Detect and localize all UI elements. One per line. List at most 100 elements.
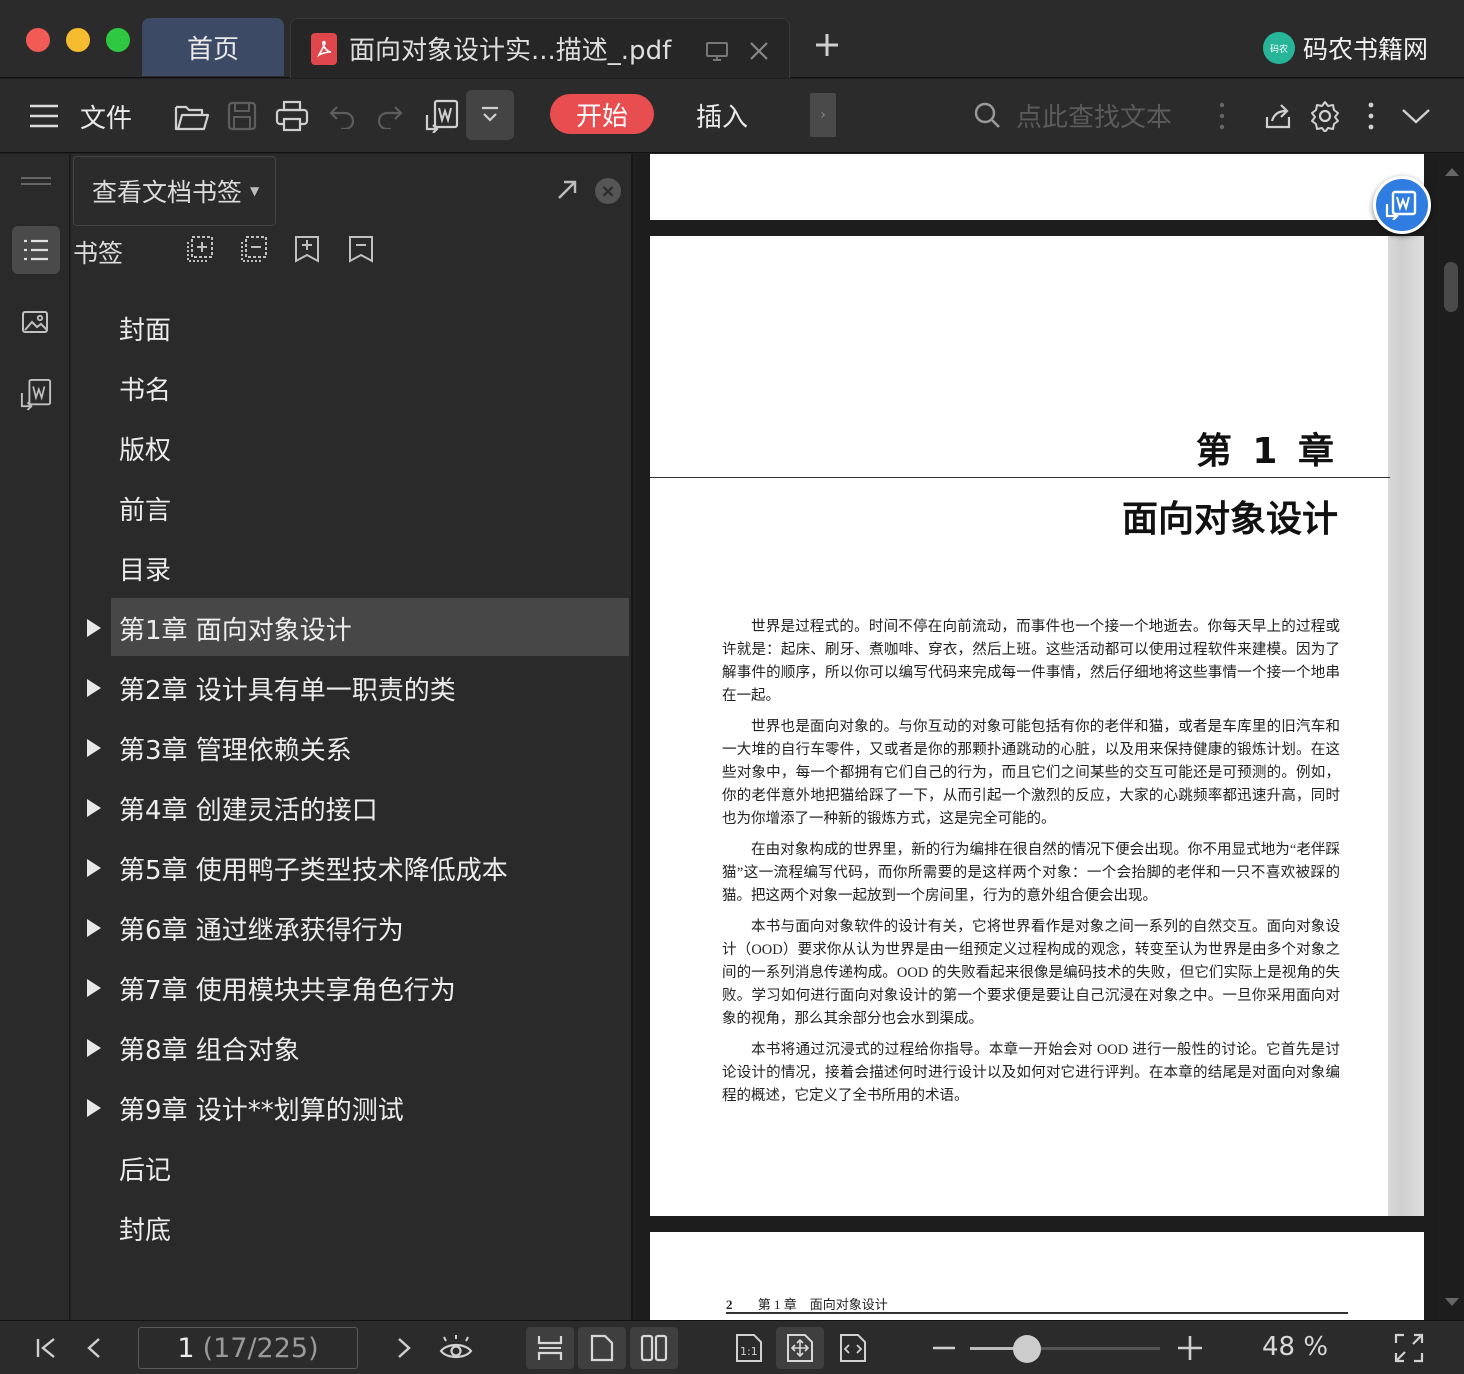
next-page-icon[interactable] (390, 1321, 418, 1374)
scan-edge (1388, 236, 1424, 1216)
expand-all-bookmarks-icon[interactable] (185, 234, 215, 268)
bookmark-item[interactable]: 第7章 使用模块共享角色行为 (71, 958, 631, 1018)
expand-arrow-icon[interactable] (87, 1039, 103, 1057)
bookmark-item[interactable]: 第2章 设计具有单一职责的类 (71, 658, 631, 718)
bookmark-list: 封面 书名 版权 前言 目录 第1章 面向对象设计 第2章 设计具有单一职责的类 第3章 管理… (71, 298, 631, 1258)
bookmark-item[interactable]: 目录 (71, 538, 631, 598)
tab-document[interactable]: 面向对象设计实...描述_.pdf (290, 18, 790, 78)
bookmarks-panel-icon[interactable] (12, 226, 60, 274)
zoom-percentage[interactable]: 48 % (1262, 1332, 1328, 1362)
fit-width-icon[interactable] (834, 1321, 872, 1374)
expand-arrow-icon[interactable] (87, 799, 103, 817)
more-options-icon[interactable] (1362, 79, 1380, 153)
collapse-rail-handle-icon[interactable] (12, 166, 60, 196)
reading-mode-eye-icon[interactable] (436, 1321, 476, 1374)
expand-arrow-icon[interactable] (87, 859, 103, 877)
zoom-in-icon[interactable] (1176, 1321, 1204, 1374)
fit-page-icon[interactable] (776, 1327, 824, 1369)
undo-icon[interactable] (324, 79, 360, 153)
tab-start[interactable]: 开始 (550, 94, 654, 134)
expand-arrow-icon[interactable] (87, 739, 103, 757)
bookmark-item[interactable]: 封底 (71, 1198, 631, 1258)
collapse-all-bookmarks-icon[interactable] (239, 234, 269, 268)
thumbnails-image-icon[interactable] (12, 298, 60, 346)
brand[interactable]: 码农 码农书籍网 (1262, 30, 1428, 66)
previous-page-icon[interactable] (80, 1321, 108, 1374)
redo-icon[interactable] (372, 79, 408, 153)
panel-view-selector[interactable]: 查看文档书签 ▼ (73, 156, 276, 226)
undock-panel-arrow-icon[interactable] (555, 178, 579, 206)
more-tabs-chevron-icon[interactable]: › (810, 93, 836, 137)
running-header-title: 第 1 章 面向对象设计 (757, 1297, 888, 1312)
bookmark-item[interactable]: 第5章 使用鸭子类型技术降低成本 (71, 838, 631, 898)
actual-size-icon[interactable]: 1:1 (730, 1321, 768, 1374)
bookmark-item[interactable]: 第4章 创建灵活的接口 (71, 778, 631, 838)
brand-logo: 码农 (1262, 32, 1295, 64)
expand-arrow-icon[interactable] (87, 679, 103, 697)
open-folder-icon[interactable] (172, 79, 212, 153)
maximize-window-button[interactable] (106, 28, 130, 52)
search-box[interactable]: 点此查找文本 (972, 95, 1192, 135)
bookmark-item[interactable]: 第6章 通过继承获得行为 (71, 898, 631, 958)
scroll-down-arrow-icon[interactable] (1445, 1298, 1459, 1306)
delete-bookmark-icon[interactable] (347, 234, 375, 268)
display-mode-icon[interactable] (705, 39, 729, 67)
bookmark-label: 第9章 设计**划算的测试 (119, 1095, 404, 1126)
fullscreen-icon[interactable] (1392, 1321, 1426, 1374)
continuous-scroll-view-icon[interactable] (526, 1327, 574, 1369)
floating-convert-button[interactable] (1373, 176, 1431, 234)
zoom-slider-track[interactable] (970, 1347, 1160, 1350)
add-bookmark-icon[interactable] (293, 234, 321, 268)
bookmark-item[interactable]: 书名 (71, 358, 631, 418)
bookmark-item[interactable]: 第9章 设计**划算的测试 (71, 1078, 631, 1138)
minimize-window-button[interactable] (66, 28, 90, 52)
zoom-out-icon[interactable] (930, 1321, 958, 1374)
bookmark-item[interactable]: 第1章 面向对象设计 (71, 598, 631, 658)
settings-gear-icon[interactable] (1306, 79, 1344, 153)
tab-insert-label: 插入 (696, 103, 749, 133)
bookmark-label: 第7章 使用模块共享角色行为 (119, 975, 456, 1006)
save-icon[interactable] (222, 79, 262, 153)
vertical-scrollbar[interactable] (1440, 154, 1464, 1320)
zoom-slider-thumb[interactable] (1013, 1335, 1041, 1363)
collapse-ribbon-chevron-icon[interactable] (1398, 79, 1434, 153)
share-icon[interactable] (1260, 79, 1296, 153)
convert-document-icon[interactable] (12, 370, 60, 418)
page-number-input[interactable]: 1 (17/225) (138, 1327, 358, 1369)
bookmark-label: 第4章 创建灵活的接口 (119, 795, 378, 826)
close-tab-icon[interactable] (747, 39, 771, 67)
paragraph: 本书与面向对象软件的设计有关，它将世界看作是对象之间一系列的自然交互。面向对象设… (722, 919, 1340, 1027)
close-panel-icon[interactable]: × (595, 178, 621, 204)
first-page-icon[interactable] (30, 1321, 62, 1374)
scrollbar-thumb[interactable] (1444, 262, 1458, 312)
tab-home[interactable]: 首页 (142, 18, 284, 76)
expand-arrow-icon[interactable] (87, 619, 103, 637)
new-tab-button[interactable] (812, 30, 842, 64)
file-menu[interactable]: 文件 (78, 79, 134, 153)
bookmark-item[interactable]: 第8章 组合对象 (71, 1018, 631, 1078)
paragraph: 世界也是面向对象的。与你互动的对象可能包括有你的老伴和猫，或者是车库里的旧汽车和… (722, 719, 1340, 827)
hamburger-menu-icon[interactable] (28, 79, 60, 153)
close-window-button[interactable] (26, 28, 50, 52)
expand-arrow-icon[interactable] (87, 919, 103, 937)
single-page-view-icon[interactable] (578, 1327, 626, 1369)
pdf-to-word-icon[interactable] (422, 79, 462, 153)
file-menu-label: 文件 (79, 103, 132, 134)
panel-view-selector-label: 查看文档书签 (92, 178, 243, 207)
bookmark-item[interactable]: 前言 (71, 478, 631, 538)
bookmark-item[interactable]: 封面 (71, 298, 631, 358)
bookmark-item[interactable]: 第3章 管理依赖关系 (71, 718, 631, 778)
expand-arrow-icon[interactable] (87, 1099, 103, 1117)
document-viewport[interactable]: 第 1 章 面向对象设计 世界是过程式的。时间不停在向前流动，而事件也一个接一个… (635, 154, 1439, 1320)
search-input[interactable]: 点此查找文本 (1016, 97, 1172, 134)
bookmark-item[interactable]: 后记 (71, 1138, 631, 1198)
current-page: 1 (177, 1332, 195, 1364)
expand-arrow-icon[interactable] (87, 979, 103, 997)
tab-insert[interactable]: 插入 (696, 97, 748, 134)
scroll-up-arrow-icon[interactable] (1445, 168, 1459, 176)
print-icon[interactable] (272, 79, 312, 153)
two-page-view-icon[interactable] (630, 1327, 678, 1369)
chapter-number: 第 1 章 (1195, 431, 1338, 472)
bookmark-item[interactable]: 版权 (71, 418, 631, 478)
quick-access-dropdown-button[interactable] (466, 90, 514, 140)
